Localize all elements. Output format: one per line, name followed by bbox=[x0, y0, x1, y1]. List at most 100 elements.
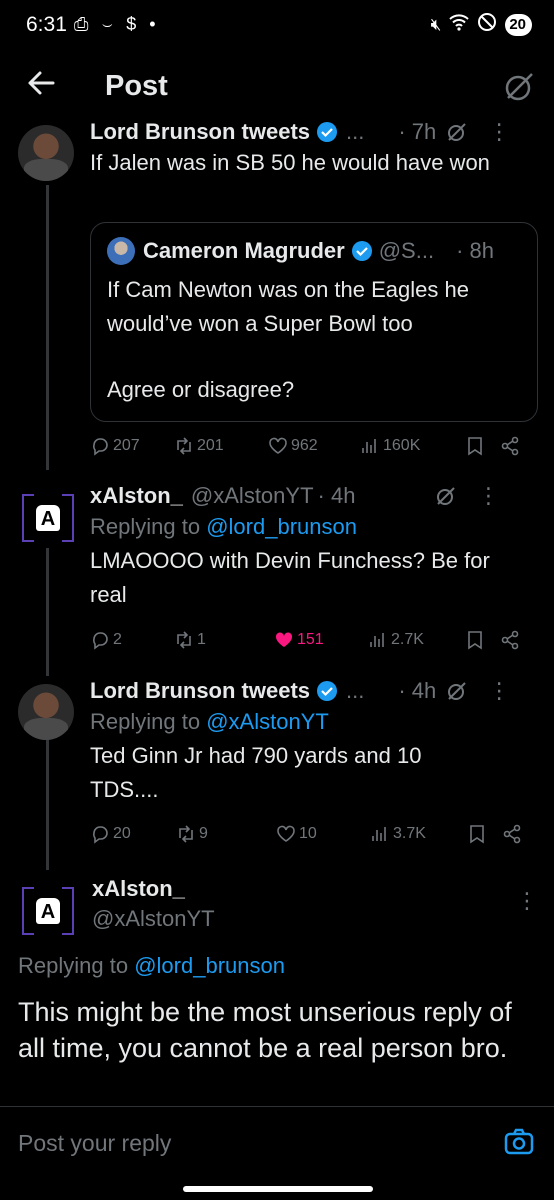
reply-count: 207 bbox=[113, 437, 140, 454]
more-options-icon[interactable]: ⋮ bbox=[477, 483, 499, 509]
view-count: 2.7K bbox=[391, 631, 424, 648]
grok-icon[interactable] bbox=[446, 121, 468, 143]
view-count: 160K bbox=[383, 437, 421, 454]
grok-icon[interactable] bbox=[446, 680, 468, 702]
views-button[interactable]: 2.7K bbox=[368, 630, 460, 650]
quoted-tweet[interactable]: Cameron Magruder @S... · 8h If Cam Newto… bbox=[90, 222, 538, 422]
repost-button[interactable]: 1 bbox=[174, 630, 274, 650]
grok-icon[interactable] bbox=[502, 70, 536, 104]
like-count: 151 bbox=[297, 631, 324, 648]
reply-composer: Post your reply bbox=[0, 1108, 554, 1178]
thread-line bbox=[46, 548, 49, 676]
avatar[interactable] bbox=[18, 125, 74, 181]
share-icon[interactable] bbox=[502, 824, 522, 844]
status-notification-icons: ⎙ ⌣ $ • bbox=[74, 14, 160, 34]
status-time: 6:31 bbox=[26, 13, 67, 36]
quoted-author-handle: @S... bbox=[378, 238, 435, 263]
gesture-nav-bar[interactable] bbox=[183, 1186, 373, 1192]
mention-link[interactable]: @lord_brunson bbox=[206, 514, 357, 539]
share-icon[interactable] bbox=[500, 436, 520, 456]
arrow-left-icon[interactable] bbox=[26, 68, 56, 98]
replying-to-line: Replying to @lord_brunson bbox=[18, 953, 285, 979]
post-time: · 4h bbox=[317, 483, 356, 508]
battery-icon: 20 bbox=[505, 13, 532, 36]
heart-icon bbox=[277, 825, 295, 842]
like-button[interactable]: 962 bbox=[268, 436, 360, 456]
tweet-2[interactable]: xAlston_ @xAlstonYT · 4h ⋮ Replying to @… bbox=[90, 482, 540, 612]
bookmark-icon[interactable] bbox=[466, 436, 484, 456]
repost-count: 201 bbox=[197, 437, 224, 454]
like-button[interactable]: 151 bbox=[274, 630, 368, 650]
replying-to-line: Replying to @lord_brunson bbox=[90, 510, 540, 544]
author-handle: ... bbox=[346, 678, 365, 703]
repost-count: 9 bbox=[199, 825, 208, 842]
replying-prefix: Replying to bbox=[90, 514, 201, 539]
thread-line bbox=[46, 738, 49, 870]
mute-icon: 🔇︎ bbox=[430, 14, 442, 34]
camera-icon[interactable] bbox=[504, 1128, 534, 1156]
repost-count: 1 bbox=[197, 631, 206, 648]
thread-line bbox=[46, 185, 49, 470]
avatar[interactable]: A bbox=[20, 883, 76, 939]
more-options-icon[interactable]: ⋮ bbox=[516, 888, 538, 914]
heart-icon bbox=[269, 437, 287, 454]
reply-icon bbox=[93, 632, 108, 650]
like-count: 962 bbox=[291, 437, 318, 454]
author-name[interactable]: Lord Brunson tweets bbox=[90, 678, 310, 704]
reply-input[interactable]: Post your reply bbox=[18, 1130, 171, 1157]
page-title: Post bbox=[105, 70, 168, 102]
grok-icon[interactable] bbox=[435, 485, 457, 507]
reply-count: 2 bbox=[113, 631, 122, 648]
quoted-text: Agree or disagree? bbox=[107, 377, 295, 402]
more-options-icon[interactable]: ⋮ bbox=[488, 119, 510, 145]
main-post-text: This might be the most unserious reply o… bbox=[18, 997, 512, 1063]
reply-button[interactable]: 20 bbox=[90, 824, 176, 844]
like-count: 10 bbox=[299, 825, 317, 842]
views-button[interactable]: 160K bbox=[360, 436, 460, 456]
mention-link[interactable]: @lord_brunson bbox=[134, 953, 285, 978]
tweet-3[interactable]: Lord Brunson tweets ... · 4h ⋮ Replying … bbox=[90, 677, 540, 807]
verified-badge-icon bbox=[351, 241, 372, 261]
heart-filled-icon bbox=[275, 632, 293, 647]
tweet-text: If Jalen was in SB 50 he would have won bbox=[90, 150, 490, 175]
status-right-icons: 🔇︎ 20 bbox=[431, 12, 532, 37]
reply-count: 20 bbox=[113, 825, 131, 842]
bookmark-icon[interactable] bbox=[468, 824, 486, 844]
divider bbox=[0, 1106, 554, 1107]
reply-button[interactable]: 2 bbox=[90, 630, 174, 650]
views-icon bbox=[372, 827, 386, 841]
post-time: · 4h bbox=[398, 678, 437, 703]
author-handle: @xAlstonYT bbox=[92, 906, 215, 931]
more-options-icon[interactable]: ⋮ bbox=[488, 678, 510, 704]
repost-icon bbox=[177, 437, 191, 455]
view-count: 3.7K bbox=[393, 825, 426, 842]
reply-button[interactable]: 207 bbox=[90, 436, 174, 456]
do-not-disturb-icon bbox=[477, 12, 497, 37]
author-handle: ... bbox=[346, 119, 365, 144]
post-time: · 7h bbox=[398, 119, 437, 144]
replying-prefix: Replying to bbox=[90, 709, 201, 734]
verified-badge-icon bbox=[317, 122, 338, 142]
share-icon[interactable] bbox=[500, 630, 520, 650]
repost-button[interactable]: 9 bbox=[176, 824, 276, 844]
reply-icon bbox=[93, 826, 108, 844]
verified-badge-icon bbox=[317, 681, 338, 701]
bookmark-icon[interactable] bbox=[466, 630, 484, 650]
author-name[interactable]: xAlston_ bbox=[92, 876, 215, 902]
replying-to-line: Replying to @xAlstonYT bbox=[90, 705, 540, 739]
mention-link[interactable]: @xAlstonYT bbox=[206, 709, 329, 734]
avatar[interactable] bbox=[18, 684, 74, 740]
author-name[interactable]: xAlston_ bbox=[90, 483, 183, 509]
views-button[interactable]: 3.7K bbox=[370, 824, 460, 844]
avatar[interactable]: A bbox=[20, 490, 76, 546]
tweet-1[interactable]: Lord Brunson tweets ... · 7h ⋮ If Jalen … bbox=[90, 118, 540, 180]
quoted-text: If Cam Newton was on the Eagles he would… bbox=[107, 277, 469, 336]
main-post-author[interactable]: xAlston_ @xAlstonYT bbox=[92, 876, 215, 932]
like-button[interactable]: 10 bbox=[276, 824, 370, 844]
tweet-actions: 207 201 962 160K bbox=[90, 436, 530, 456]
tweet-text: Ted Ginn Jr had 790 yards and 10 TDS.... bbox=[90, 743, 422, 802]
repost-button[interactable]: 201 bbox=[174, 436, 268, 456]
author-name[interactable]: Lord Brunson tweets bbox=[90, 119, 310, 145]
views-icon bbox=[362, 439, 376, 453]
tweet-actions: 20 9 10 3.7K bbox=[90, 824, 530, 844]
